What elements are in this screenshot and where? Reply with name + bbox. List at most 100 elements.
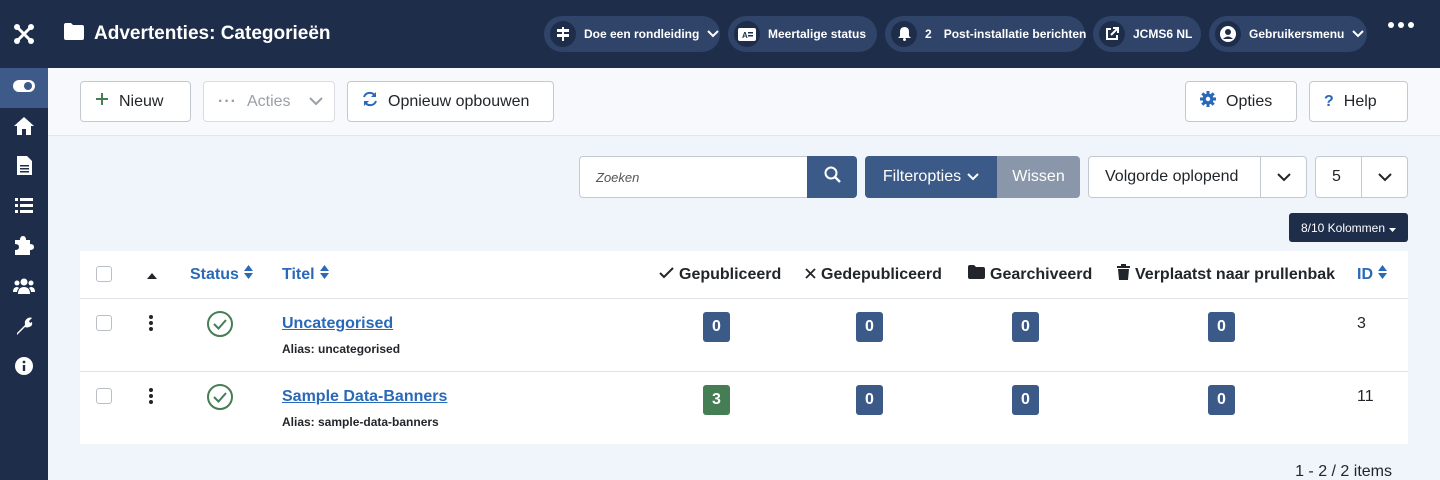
file-icon bbox=[16, 156, 32, 180]
chevron-down-icon bbox=[1352, 27, 1365, 41]
drag-handle-icon[interactable] bbox=[149, 388, 153, 404]
chevron-down-icon bbox=[1361, 157, 1407, 197]
options-button[interactable]: Opties bbox=[1185, 81, 1297, 122]
chevron-down-icon bbox=[308, 93, 323, 111]
more-options-icon[interactable] bbox=[1388, 22, 1414, 28]
multilingual-status-label: Meertalige status bbox=[768, 27, 867, 41]
clear-label: Wissen bbox=[1012, 168, 1065, 185]
status-column-header[interactable]: Status bbox=[190, 251, 253, 298]
category-id: 11 bbox=[1357, 388, 1374, 405]
sidebar-item-home[interactable] bbox=[0, 108, 48, 148]
published-status-icon[interactable] bbox=[207, 384, 233, 415]
caret-down-icon bbox=[1389, 221, 1397, 235]
archived-header-label: Gearchiveerd bbox=[990, 265, 1093, 283]
signpost-icon bbox=[550, 21, 576, 47]
ellipsis-icon: ··· bbox=[218, 92, 237, 110]
check-icon bbox=[659, 266, 674, 284]
category-title-link[interactable]: Sample Data-Banners bbox=[282, 388, 447, 406]
rebuild-label: Opnieuw opbouwen bbox=[388, 92, 530, 110]
sidebar-item-system[interactable] bbox=[0, 308, 48, 348]
search-input[interactable]: Zoeken bbox=[579, 156, 808, 198]
users-icon bbox=[13, 278, 35, 299]
published-count-badge[interactable]: 0 bbox=[703, 312, 730, 342]
filter-options-label: Filteropties bbox=[882, 168, 962, 185]
columns-label: 8/10 Kolommen bbox=[1300, 220, 1386, 235]
title-column-header[interactable]: Titel bbox=[282, 251, 329, 298]
rebuild-button[interactable]: Opnieuw opbouwen bbox=[347, 81, 554, 122]
search-icon bbox=[824, 166, 841, 188]
archived-column-header: Gearchiveerd bbox=[968, 251, 1092, 298]
categories-table: Status Titel Gepubliceerd Gedepubliceerd… bbox=[80, 251, 1408, 444]
list-icon bbox=[15, 198, 33, 218]
published-status-icon[interactable] bbox=[207, 311, 233, 342]
sidebar-item-menus[interactable] bbox=[0, 188, 48, 228]
view-site-button[interactable]: JCMS6 NL bbox=[1093, 16, 1201, 52]
user-menu-label: Gebruikersmenu bbox=[1249, 27, 1345, 41]
trashed-count-badge[interactable]: 0 bbox=[1208, 385, 1235, 415]
refresh-icon bbox=[362, 91, 378, 112]
row-checkbox[interactable] bbox=[96, 315, 112, 331]
actions-dropdown[interactable]: ··· Acties bbox=[203, 81, 335, 122]
trash-icon bbox=[1117, 264, 1130, 285]
columns-button[interactable]: 8/10 Kolommen bbox=[1289, 213, 1408, 242]
published-column-header: Gepubliceerd bbox=[659, 251, 781, 298]
times-icon bbox=[805, 266, 816, 284]
select-all-checkbox[interactable] bbox=[96, 266, 112, 282]
plus-icon bbox=[95, 92, 109, 111]
published-count-badge[interactable]: 3 bbox=[703, 385, 730, 415]
puzzle-icon bbox=[14, 236, 34, 260]
sidebar-item-users[interactable] bbox=[0, 268, 48, 308]
id-column-header[interactable]: ID bbox=[1357, 251, 1387, 298]
chevron-down-icon bbox=[1260, 157, 1306, 197]
post-install-label: Post-installatie berichten bbox=[943, 27, 1087, 41]
top-header: Advertenties: Categorieën Doe een rondle… bbox=[0, 0, 1440, 68]
title-header-label: Titel bbox=[282, 265, 315, 283]
sort-icon bbox=[1378, 265, 1387, 284]
page-title: Advertenties: Categorieën bbox=[94, 23, 331, 44]
published-header-label: Gepubliceerd bbox=[679, 265, 782, 283]
post-install-count: 2 bbox=[925, 27, 932, 41]
help-button[interactable]: ? Help bbox=[1309, 81, 1408, 122]
sidebar-item-components[interactable] bbox=[0, 228, 48, 268]
category-title-link[interactable]: Uncategorised bbox=[282, 315, 393, 333]
search-button[interactable] bbox=[807, 156, 857, 198]
row-divider bbox=[80, 371, 1408, 372]
clear-button[interactable]: Wissen bbox=[997, 156, 1080, 198]
trashed-count-badge[interactable]: 0 bbox=[1208, 312, 1235, 342]
archived-count-badge[interactable]: 0 bbox=[1012, 385, 1039, 415]
category-alias: Alias: uncategorised bbox=[282, 342, 401, 356]
new-button-label: Nieuw bbox=[119, 92, 164, 110]
post-install-messages-button[interactable]: 2 Post-installatie berichten bbox=[885, 16, 1087, 52]
archived-count-badge[interactable]: 0 bbox=[1012, 312, 1039, 342]
ordering-select[interactable]: Volgorde oplopend bbox=[1088, 156, 1307, 198]
sort-icon bbox=[243, 265, 253, 284]
user-avatar-icon bbox=[1215, 21, 1241, 47]
unpublished-count-badge[interactable]: 0 bbox=[856, 385, 883, 415]
info-icon bbox=[15, 356, 33, 380]
chevron-down-icon bbox=[707, 27, 720, 41]
site-name-label: JCMS6 NL bbox=[1133, 27, 1193, 41]
toolbar: Nieuw ··· Acties Opnieuw opbouwen Opties… bbox=[48, 68, 1440, 136]
sidebar-item-content[interactable] bbox=[0, 148, 48, 188]
category-alias: Alias: sample-data-banners bbox=[282, 415, 439, 429]
sidebar bbox=[0, 68, 48, 480]
toggle-icon bbox=[13, 79, 35, 97]
svg-text:A: A bbox=[742, 31, 748, 40]
trashed-header-label: Verplaatst naar prullenbak bbox=[1135, 265, 1336, 283]
multilingual-status-button[interactable]: A Meertalige status bbox=[728, 16, 877, 52]
sidebar-item-help[interactable] bbox=[0, 348, 48, 388]
limit-select[interactable]: 5 bbox=[1315, 156, 1408, 198]
user-menu-button[interactable]: Gebruikersmenu bbox=[1209, 16, 1367, 52]
drag-handle-icon[interactable] bbox=[149, 315, 153, 331]
ordering-column-header[interactable] bbox=[147, 251, 157, 298]
question-icon: ? bbox=[1324, 92, 1334, 110]
filter-options-button[interactable]: Filteropties bbox=[865, 156, 997, 198]
guided-tour-button[interactable]: Doe een rondleiding bbox=[544, 16, 720, 52]
unpublished-count-badge[interactable]: 0 bbox=[856, 312, 883, 342]
sidebar-toggle[interactable] bbox=[0, 68, 48, 108]
row-checkbox[interactable] bbox=[96, 388, 112, 404]
language-icon: A bbox=[734, 21, 760, 47]
sort-icon bbox=[319, 265, 329, 284]
new-button[interactable]: Nieuw bbox=[80, 81, 191, 122]
joomla-logo[interactable] bbox=[0, 0, 48, 68]
